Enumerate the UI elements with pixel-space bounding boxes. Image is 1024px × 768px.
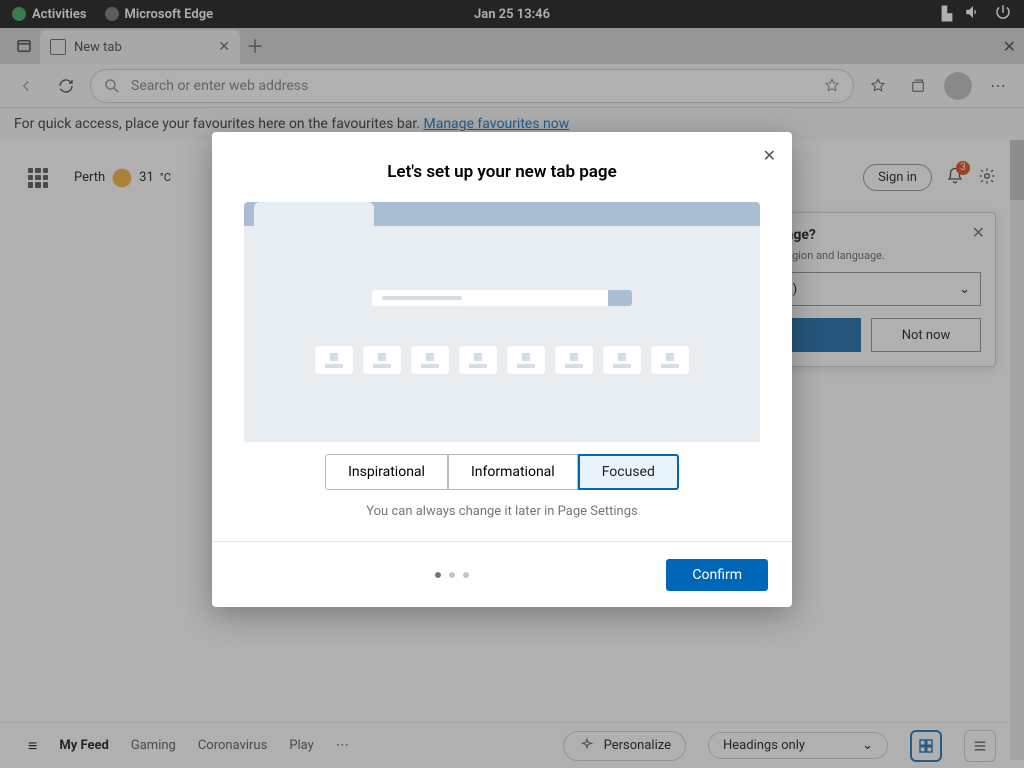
layout-option-focused[interactable]: Focused xyxy=(578,454,679,490)
modal-hint: You can always change it later in Page S… xyxy=(212,504,792,519)
layout-segmented-control: Inspirational Informational Focused xyxy=(244,454,760,490)
page-indicator xyxy=(435,572,469,578)
modal-close-icon[interactable]: ✕ xyxy=(763,146,776,165)
layout-option-inspirational[interactable]: Inspirational xyxy=(325,454,448,490)
modal-title: Let's set up your new tab page xyxy=(232,162,772,182)
confirm-button[interactable]: Confirm xyxy=(666,559,768,591)
setup-modal: ✕ Let's set up your new tab page Inspira… xyxy=(212,132,792,607)
layout-option-informational[interactable]: Informational xyxy=(448,454,578,490)
layout-preview xyxy=(244,202,760,442)
